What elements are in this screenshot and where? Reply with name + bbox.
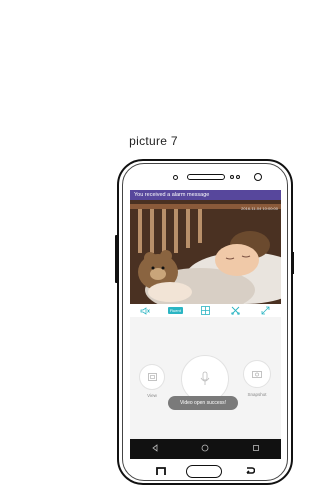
sensor-dot: [230, 175, 234, 179]
earpiece-speaker: [187, 174, 225, 180]
split-screen-icon[interactable]: [198, 306, 212, 316]
home-icon[interactable]: [197, 444, 213, 454]
hardware-back-key[interactable]: [245, 467, 256, 478]
proximity-sensor: [254, 173, 262, 181]
front-camera-icon: [173, 175, 178, 180]
sensor-dot: [236, 175, 240, 179]
fluent-quality-button[interactable]: Fluent: [167, 306, 183, 316]
recent-apps-icon[interactable]: [248, 444, 264, 454]
snapshot-label: Snapshot: [247, 392, 267, 397]
picture-caption: picture 7: [129, 134, 178, 148]
video-toolbar: Fluent: [130, 304, 281, 317]
view-label: View: [147, 393, 157, 398]
camera-video-feed[interactable]: 2016-11-04 10:00:00: [130, 200, 281, 304]
camera-icon[interactable]: [243, 360, 271, 388]
android-nav-bar: [130, 439, 281, 459]
alarm-message-bar[interactable]: You received a alarm message: [130, 190, 281, 200]
baby-sleeping-image: [130, 200, 281, 304]
control-panel: View Snapshot: [130, 317, 281, 437]
hardware-home-button[interactable]: [186, 465, 222, 478]
hardware-menu-key[interactable]: [156, 467, 166, 478]
fullscreen-icon[interactable]: [259, 306, 273, 316]
toast-message: Video open success!: [168, 396, 238, 410]
power-button: [292, 252, 294, 274]
volume-button: [115, 235, 118, 283]
speaker-icon[interactable]: [138, 306, 152, 316]
video-timestamp: 2016-11-04 10:00:00: [241, 206, 278, 211]
fluent-label: Fluent: [167, 307, 183, 314]
video-icon[interactable]: [139, 364, 165, 390]
phone-screen: You received a alarm message 2016-11-04 …: [130, 190, 281, 459]
back-icon[interactable]: [147, 444, 163, 454]
scissors-icon[interactable]: [229, 306, 243, 316]
